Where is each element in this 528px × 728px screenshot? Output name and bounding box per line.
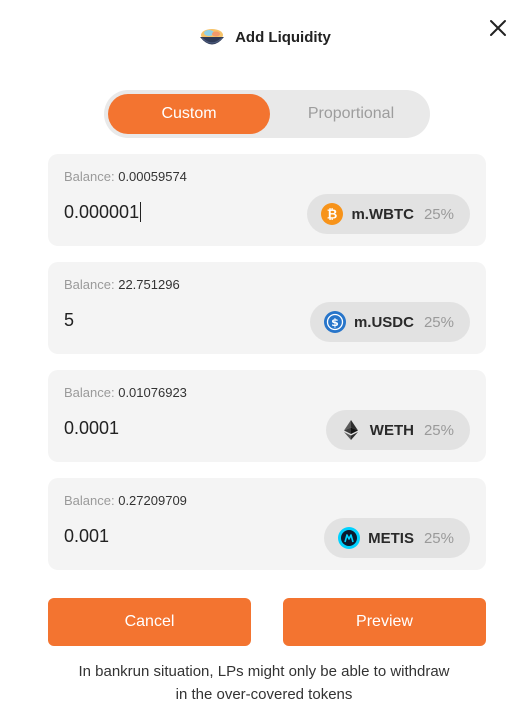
bankrun-note: In bankrun situation, LPs might only be … xyxy=(0,660,528,706)
metis-icon xyxy=(338,527,361,549)
token-symbol: WETH xyxy=(369,421,414,439)
token-symbol: m.WBTC xyxy=(351,205,414,223)
token-card-usdc: Balance: 22.751296 5 $ m.USDC 25% xyxy=(48,262,486,354)
ethereum-icon xyxy=(343,420,358,440)
usdc-icon: $ xyxy=(323,311,346,333)
token-card-weth: Balance: 0.01076923 0.0001 WETH 25% xyxy=(48,370,486,462)
balance-value: 0.01076923 xyxy=(118,385,187,400)
close-icon[interactable] xyxy=(486,16,510,40)
svg-text:₿: ₿ xyxy=(327,208,338,223)
balance-label: Balance: 0.01076923 xyxy=(64,385,187,400)
amount-input[interactable]: 0.000001 xyxy=(64,202,141,223)
note-line-2: in the over-covered tokens xyxy=(175,686,353,703)
balance-label: Balance: 22.751296 xyxy=(64,277,180,292)
cancel-button[interactable]: Cancel xyxy=(48,598,251,646)
balance-label: Balance: 0.27209709 xyxy=(64,493,187,508)
balance-value: 22.751296 xyxy=(118,277,180,292)
bowl-logo-icon xyxy=(200,29,225,45)
token-weight: 25% xyxy=(423,205,454,223)
token-selector-weth[interactable]: WETH 25% xyxy=(325,410,470,450)
token-card-wbtc: Balance: 0.00059574 0.000001 ₿ m.WBTC 25… xyxy=(48,154,486,246)
token-symbol: METIS xyxy=(368,529,414,547)
balance-value: 0.27209709 xyxy=(118,493,187,508)
amount-input[interactable]: 0.001 xyxy=(64,526,109,547)
tab-custom[interactable]: Custom xyxy=(108,94,270,134)
modal-title: Add Liquidity xyxy=(235,28,331,46)
bitcoin-icon: ₿ xyxy=(321,203,344,225)
amount-input[interactable]: 5 xyxy=(64,310,74,331)
token-weight: 25% xyxy=(423,529,454,547)
balance-value: 0.00059574 xyxy=(118,169,187,184)
tab-proportional[interactable]: Proportional xyxy=(286,94,416,134)
token-selector-wbtc[interactable]: ₿ m.WBTC 25% xyxy=(307,194,470,234)
preview-button[interactable]: Preview xyxy=(283,598,486,646)
token-card-metis: Balance: 0.27209709 0.001 METIS 25% xyxy=(48,478,486,570)
token-weight: 25% xyxy=(423,313,454,331)
mode-toggle: Custom Proportional xyxy=(104,90,430,138)
amount-input[interactable]: 0.0001 xyxy=(64,418,119,439)
modal-header: Add Liquidity xyxy=(0,20,528,54)
svg-text:$: $ xyxy=(331,316,339,329)
token-weight: 25% xyxy=(423,421,454,439)
token-selector-metis[interactable]: METIS 25% xyxy=(324,518,470,558)
note-line-1: In bankrun situation, LPs might only be … xyxy=(78,663,450,680)
token-selector-usdc[interactable]: $ m.USDC 25% xyxy=(309,302,470,342)
balance-label: Balance: 0.00059574 xyxy=(64,169,187,184)
token-symbol: m.USDC xyxy=(353,313,414,331)
